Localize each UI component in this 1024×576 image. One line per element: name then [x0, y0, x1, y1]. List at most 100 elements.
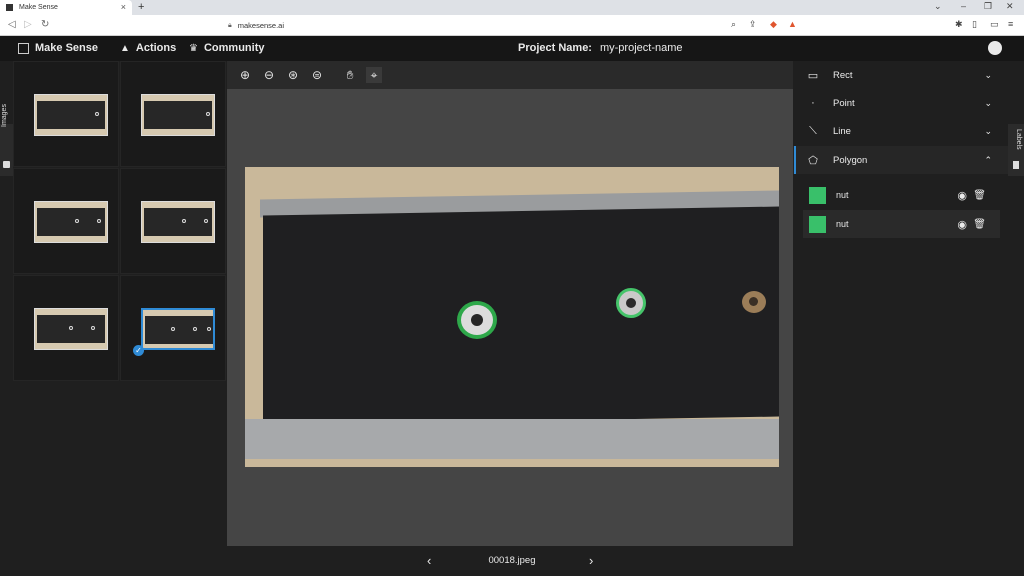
trash-icon[interactable]: 🗑︎: [973, 190, 986, 201]
label-name[interactable]: nut: [836, 219, 849, 229]
label-row[interactable]: nut ◉ 🗑︎: [803, 181, 1000, 209]
thumbnail-image: [34, 308, 108, 350]
zoom-fit-icon[interactable]: ⊛: [285, 67, 301, 83]
thumbnail[interactable]: [13, 61, 119, 167]
actions-menu[interactable]: ▲ Actions: [120, 42, 176, 54]
thumbnail-image: [34, 94, 108, 136]
check-icon: ✓: [133, 345, 144, 356]
label-type-name: Rect: [833, 69, 853, 81]
prev-image-button[interactable]: ‹: [427, 553, 431, 568]
lock-icon: 🔒︎: [228, 21, 232, 29]
community-label: Community: [203, 42, 265, 54]
label-type-line[interactable]: ⟍ Line ⌄: [793, 117, 1008, 145]
tab-title: Make Sense: [19, 4, 58, 11]
app-logo[interactable]: Make Sense: [18, 42, 98, 54]
thumbnail-image: [141, 308, 215, 350]
trash-icon[interactable]: 🗑︎: [973, 219, 986, 230]
eye-icon[interactable]: ◉: [957, 218, 967, 231]
labels-tab-label: Labels: [1015, 129, 1022, 150]
address-bar: ◁ ▷ ↻ 🔒︎ makesense.ai ⌕ ⇪ ◆ ▲ ✱ ▯ ▭ ≡: [0, 15, 1024, 36]
camera-icon: [3, 161, 10, 168]
polygon-icon: ⬠: [808, 154, 818, 167]
chevron-down-icon: ⌄: [984, 125, 992, 136]
label-type-name: Line: [833, 125, 851, 137]
thumbnail-image: [141, 94, 215, 136]
browser-tab[interactable]: Make Sense ×: [0, 0, 132, 15]
images-tab-label: Images: [1, 104, 8, 127]
nut-polygon-annotation[interactable]: [457, 301, 497, 339]
project-name-field[interactable]: Project Name: my-project-name: [518, 42, 683, 54]
zoom-max-icon[interactable]: ⊜: [309, 67, 325, 83]
logo-icon: [18, 42, 29, 54]
label-color-swatch[interactable]: [809, 215, 826, 233]
chevron-down-icon: ⌄: [984, 69, 992, 80]
zoom-in-icon[interactable]: ⊕: [237, 67, 253, 83]
point-icon: ·: [811, 97, 815, 109]
brave-rewards-icon[interactable]: ▲: [788, 19, 797, 29]
editor-canvas[interactable]: [227, 89, 793, 546]
image-filename: 00018.jpeg: [488, 555, 536, 566]
extensions-icon[interactable]: ✱: [955, 19, 963, 30]
favicon-icon: [6, 4, 13, 11]
rocket-icon: ▲: [120, 42, 130, 54]
labels-panel: ▭ Rect ⌄ · Point ⌄ ⟍ Line ⌄ ⬠ Polygon ⌃ …: [793, 61, 1008, 576]
canvas-toolbar: ⊕ ⊖ ⊛ ⊜ ✋︎ ⌖: [227, 61, 793, 89]
label-color-swatch[interactable]: [809, 186, 826, 204]
minimize-icon[interactable]: –: [961, 1, 966, 11]
project-name[interactable]: my-project-name: [600, 42, 683, 54]
label-row[interactable]: nut ◉ 🗑︎: [803, 210, 1000, 238]
url-field[interactable]: 🔒︎ makesense.ai: [200, 18, 760, 33]
browser-tab-bar: Make Sense × + ⌄ – ❐ ✕: [0, 0, 1024, 15]
forward-icon[interactable]: ▷: [24, 19, 32, 30]
url-text: makesense.ai: [237, 21, 285, 30]
next-image-button[interactable]: ›: [589, 553, 593, 568]
hand-icon[interactable]: ✋︎: [342, 67, 358, 83]
line-icon: ⟍: [809, 124, 817, 137]
search-icon[interactable]: ⌕: [731, 19, 736, 30]
label-type-point[interactable]: · Point ⌄: [793, 89, 1008, 117]
label-type-name: Point: [833, 97, 855, 109]
thumbnail[interactable]: [120, 168, 226, 274]
close-window-icon[interactable]: ✕: [1006, 1, 1014, 12]
chevron-up-icon: ⌃: [984, 154, 992, 165]
label-type-polygon[interactable]: ⬠ Polygon ⌃: [793, 146, 1008, 174]
label-type-rect[interactable]: ▭ Rect ⌄: [793, 61, 1008, 89]
image-thumbnails-panel: ✓: [13, 61, 227, 576]
chevron-down-icon: ⌄: [984, 97, 992, 108]
eye-icon[interactable]: ◉: [957, 189, 967, 202]
images-side-tab[interactable]: Images: [0, 61, 13, 576]
brave-shield-icon[interactable]: ◆: [770, 19, 777, 30]
back-icon[interactable]: ◁: [8, 19, 16, 30]
nut-polygon-annotation[interactable]: [616, 288, 646, 318]
project-label: Project Name:: [518, 42, 592, 54]
annotated-image[interactable]: [245, 167, 779, 467]
actions-label: Actions: [135, 42, 177, 54]
thumbnail[interactable]: [120, 61, 226, 167]
restore-icon[interactable]: ❐: [984, 1, 992, 12]
reload-icon[interactable]: ↻: [41, 19, 49, 30]
crosshair-icon[interactable]: ⌖: [366, 67, 382, 83]
chevron-down-icon[interactable]: ⌄: [934, 1, 942, 12]
share-icon[interactable]: ⇪: [749, 19, 757, 30]
label-name[interactable]: nut: [836, 190, 849, 200]
thumbnail-image: [34, 201, 108, 243]
thumbnail[interactable]: [13, 275, 119, 381]
thumbnail[interactable]: [13, 168, 119, 274]
app-name: Make Sense: [35, 42, 98, 54]
browser-menu-icon[interactable]: ≡: [1008, 19, 1013, 29]
label-type-name: Polygon: [833, 154, 868, 166]
nut-object: [742, 291, 766, 313]
sidebar-icon[interactable]: ▯: [972, 19, 977, 30]
new-tab-button[interactable]: +: [138, 1, 144, 13]
labels-side-tab[interactable]: Labels: [1008, 61, 1024, 576]
tag-icon: [1013, 161, 1019, 169]
thumbnail-selected[interactable]: ✓: [120, 275, 226, 381]
community-icon: ♛: [189, 42, 198, 54]
zoom-out-icon[interactable]: ⊖: [261, 67, 277, 83]
github-icon[interactable]: [988, 41, 1002, 55]
community-menu[interactable]: ♛ Community: [189, 42, 264, 54]
app-header: Make Sense ▲ Actions ♛ Community Project…: [0, 36, 1024, 61]
wallet-icon[interactable]: ▭: [990, 19, 999, 30]
close-tab-icon[interactable]: ×: [121, 2, 126, 12]
images-tab-highlight: [0, 124, 13, 176]
